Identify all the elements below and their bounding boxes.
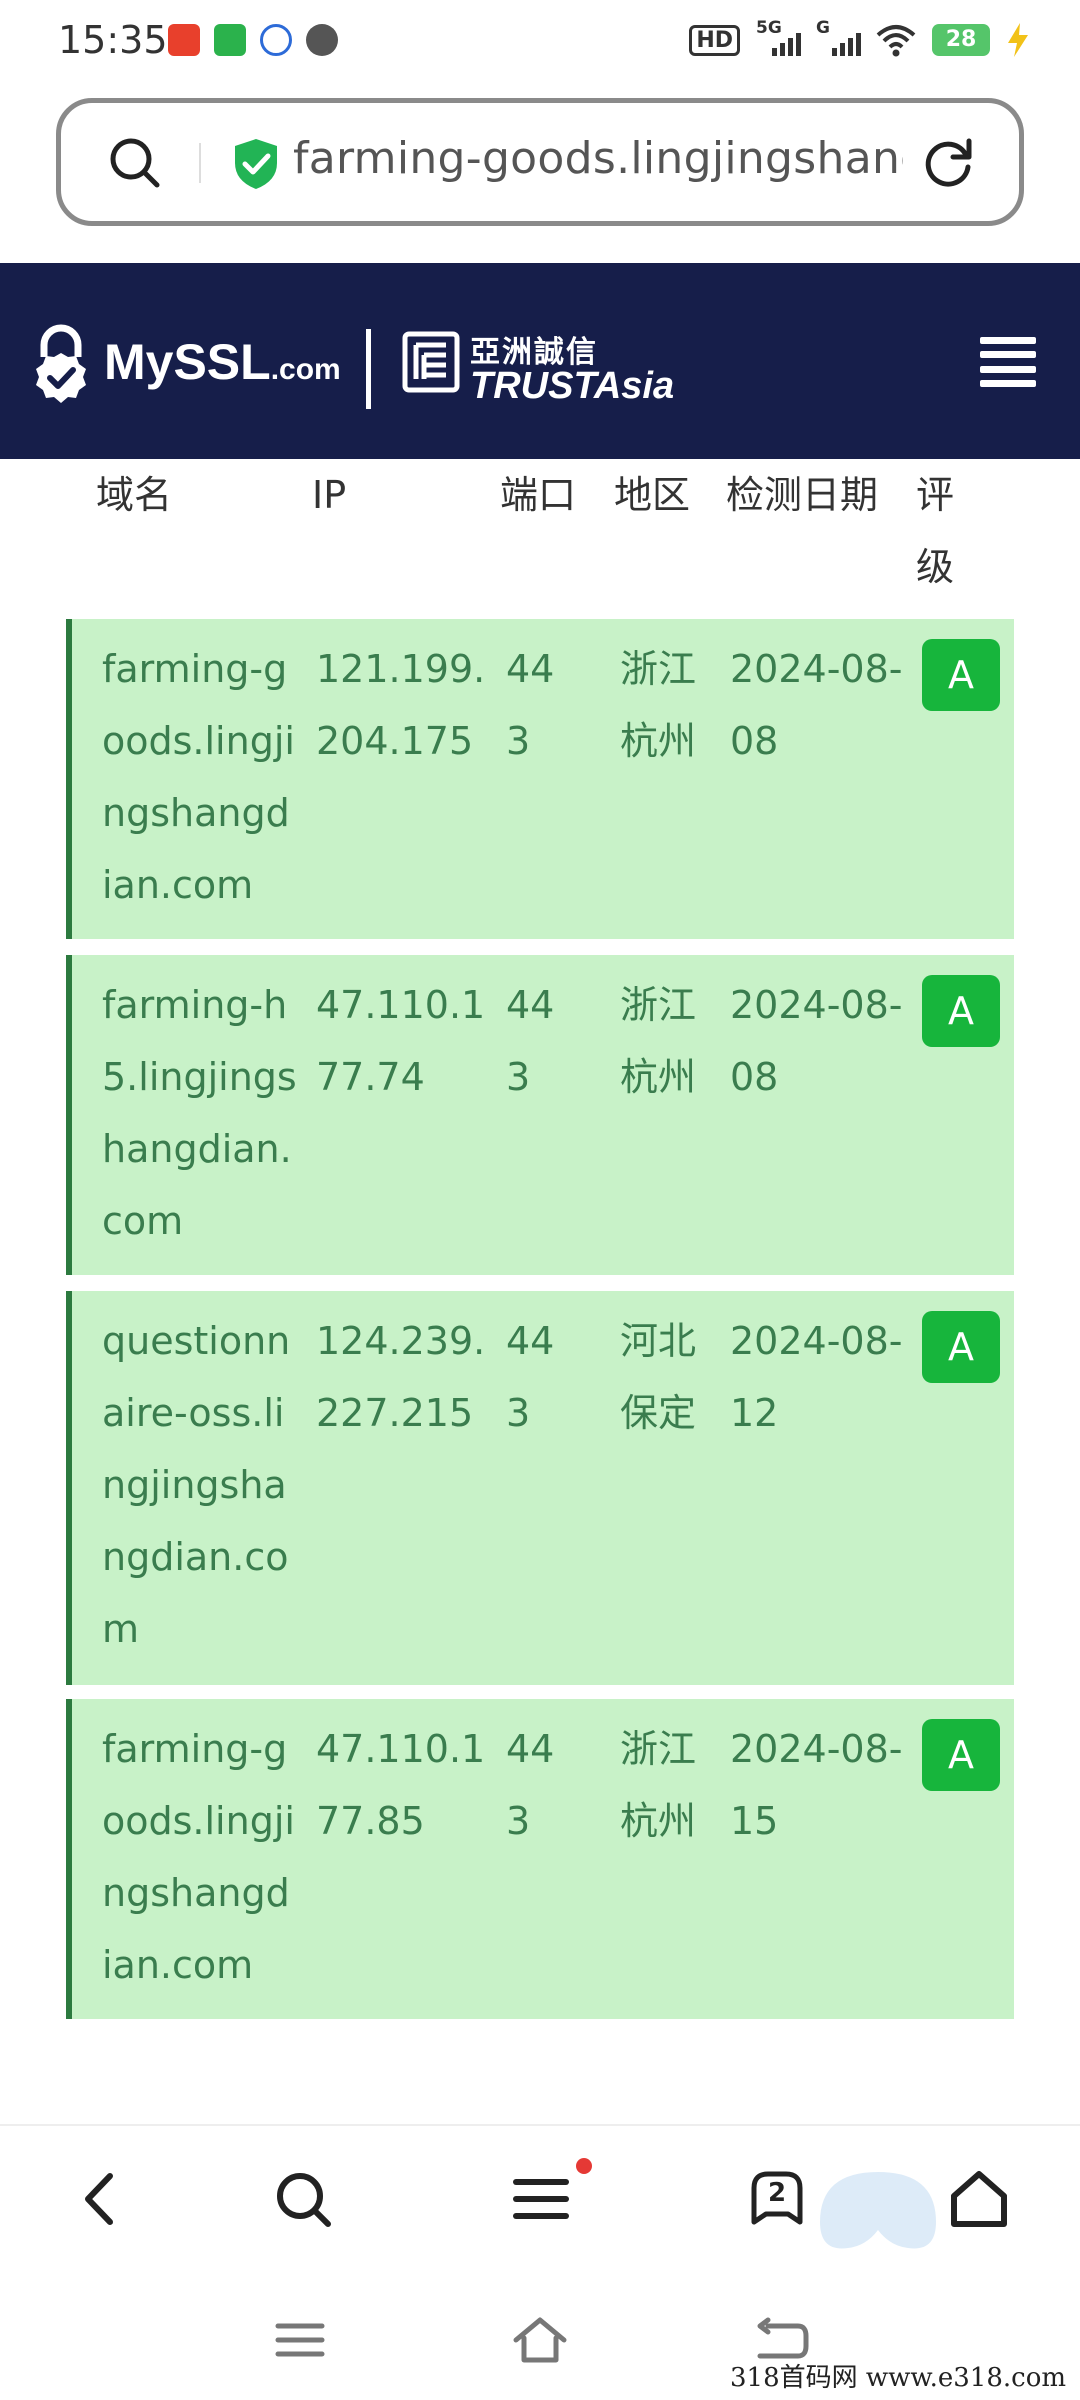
notification-app-icon xyxy=(168,24,200,56)
secure-shield-icon[interactable] xyxy=(231,137,281,191)
status-bar: 15:35 HD 5G G 28 xyxy=(0,0,1080,86)
header-domain: 域名 xyxy=(96,473,173,517)
cell-date: 2024-08-15 xyxy=(730,1727,903,1843)
cell-date: 2024-08-12 xyxy=(730,1319,903,1435)
table-row[interactable]: farming-goods.lingjingshangdian.com 121.… xyxy=(66,619,1014,939)
cell-region: 河北保定 xyxy=(620,1319,697,1435)
battery-icon: 28 xyxy=(932,24,990,56)
hamburger-menu-button[interactable] xyxy=(980,337,1036,387)
header-rating: 评级 xyxy=(916,473,955,589)
grade-badge[interactable]: A xyxy=(922,1311,1000,1383)
myssl-lock-icon xyxy=(36,324,86,403)
home-nav-icon[interactable] xyxy=(510,2310,570,2370)
watermark: 318首码网 www.e318.com xyxy=(730,2363,1066,2393)
menu-bar xyxy=(980,365,1036,373)
notification-icons xyxy=(168,24,338,56)
myssl-sub: .com xyxy=(270,353,341,386)
cell-region: 浙江杭州 xyxy=(620,647,697,763)
cell-domain[interactable]: farming-goods.lingjingshangdian.com xyxy=(102,1713,298,2001)
signal-5g-icon: 5G xyxy=(756,18,801,58)
table-header: 域名 IP 端口 地区 检测日期 评级 xyxy=(0,459,1080,609)
cell-region: 浙江杭州 xyxy=(620,1727,697,1843)
signal-g-icon: G xyxy=(816,18,861,58)
grade-badge[interactable]: A xyxy=(922,975,1000,1047)
cell-domain[interactable]: farming-goods.lingjingshangdian.com xyxy=(102,633,298,921)
signal-g-label: G xyxy=(816,18,830,38)
results-table: 域名 IP 端口 地区 检测日期 评级 farming-goods.lingji… xyxy=(0,459,1080,2019)
table-row[interactable]: farming-h5.lingjingshangdian.com 47.110.… xyxy=(66,955,1014,1275)
goggles-overlay-icon xyxy=(820,2172,936,2249)
cell-port: 443 xyxy=(506,983,555,1099)
recent-apps-icon[interactable] xyxy=(270,2310,330,2370)
search-icon[interactable] xyxy=(107,135,163,191)
grade-badge[interactable]: A xyxy=(922,1719,1000,1791)
status-indicators: HD 5G G 28 xyxy=(689,18,1030,58)
home-icon[interactable] xyxy=(944,2164,1014,2234)
cell-ip: 47.110.177.85 xyxy=(316,1727,486,1843)
table-row[interactable]: farming-goods.lingjingshangdian.com 47.1… xyxy=(66,1699,1014,2019)
back-icon[interactable] xyxy=(66,2164,136,2234)
header-ip: IP xyxy=(312,473,347,517)
header-date: 检测日期 xyxy=(726,473,879,517)
cell-ip: 124.239.227.215 xyxy=(316,1319,486,1435)
cell-domain[interactable]: questionnaire-oss.lingjingshangdian.com xyxy=(102,1305,298,1665)
header-port: 端口 xyxy=(500,473,577,517)
myssl-main: MySSL xyxy=(104,334,271,390)
menu-bar xyxy=(980,351,1036,359)
cell-port: 443 xyxy=(506,1727,555,1843)
cell-date: 2024-08-08 xyxy=(730,647,903,763)
site-header: MySSL.com 亞洲誠信 TRUSTAsia xyxy=(0,263,1080,459)
cell-domain[interactable]: farming-h5.lingjingshangdian.com xyxy=(102,969,298,1257)
address-divider xyxy=(199,143,201,183)
wifi-icon xyxy=(876,25,916,57)
tab-count: 2 xyxy=(767,2178,787,2208)
baidu-icon xyxy=(260,24,292,56)
table-row[interactable]: questionnaire-oss.lingjingshangdian.com … xyxy=(66,1291,1014,1685)
trustasia-en-text: TRUSTAsia xyxy=(470,365,675,407)
status-time: 15:35 xyxy=(58,18,168,62)
notification-dot xyxy=(576,2158,592,2174)
hd-badge: HD xyxy=(689,24,740,56)
cell-port: 443 xyxy=(506,1319,555,1435)
browser-toolbar: 2 xyxy=(0,2124,1080,2284)
cell-region: 浙江杭州 xyxy=(620,983,697,1099)
header-region: 地区 xyxy=(614,473,691,517)
signal-5g-label: 5G xyxy=(756,18,782,38)
menu-bar xyxy=(980,337,1036,344)
url-input[interactable]: farming-goods.lingjingshangdian.com xyxy=(293,133,903,184)
grade-badge[interactable]: A xyxy=(922,639,1000,711)
trustasia-seal-icon xyxy=(402,331,460,393)
search-icon[interactable] xyxy=(268,2164,338,2234)
cell-ip: 47.110.177.74 xyxy=(316,983,486,1099)
cell-date: 2024-08-08 xyxy=(730,983,903,1099)
cell-ip: 121.199.204.175 xyxy=(316,647,486,763)
menu-icon[interactable] xyxy=(506,2164,576,2234)
menu-bar xyxy=(980,379,1036,387)
logo-divider xyxy=(366,329,371,409)
wechat-icon xyxy=(306,24,338,56)
refresh-icon[interactable] xyxy=(919,133,977,191)
wechat-pay-icon xyxy=(214,24,246,56)
tabs-button[interactable]: 2 xyxy=(742,2164,812,2234)
myssl-logo-text[interactable]: MySSL.com xyxy=(104,333,341,391)
address-bar[interactable]: farming-goods.lingjingshangdian.com xyxy=(56,98,1024,226)
charging-bolt-icon xyxy=(1008,23,1028,57)
system-nav-bar: 318首码网 www.e318.com xyxy=(0,2284,1080,2400)
cell-port: 443 xyxy=(506,647,555,763)
